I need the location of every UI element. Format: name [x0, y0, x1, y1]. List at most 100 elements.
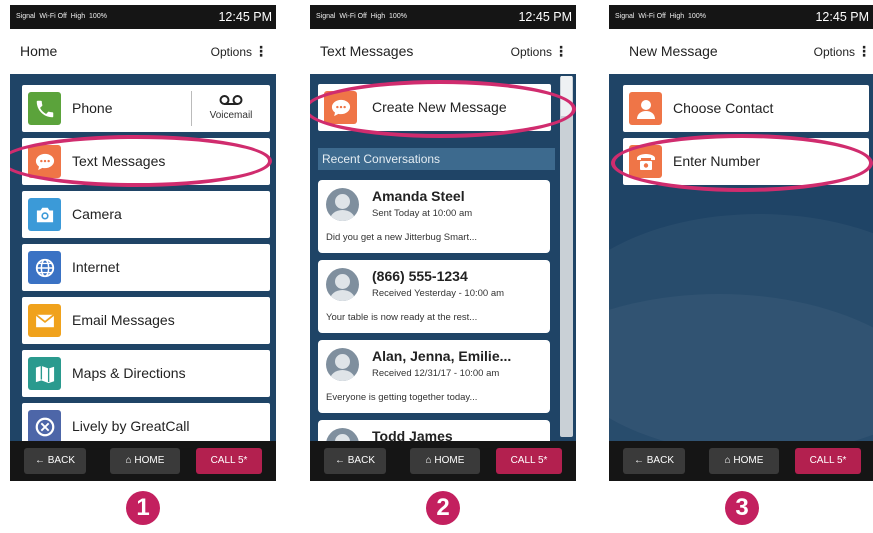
signal-status: Signal	[316, 13, 336, 20]
lively-icon	[28, 410, 61, 441]
home-button[interactable]: ⌂ HOME	[410, 448, 480, 474]
bottom-nav: ← BACK ⌂ HOME CALL 5*	[310, 441, 576, 481]
scrollbar[interactable]	[560, 76, 573, 437]
signal-status: Signal	[615, 13, 635, 20]
map-icon	[28, 357, 61, 390]
home-menu-item-label: Email Messages	[72, 312, 175, 328]
options-menu-button[interactable]: Options ⋮	[211, 43, 268, 60]
conversation-preview: Did you get a new Jitterbug Smart...	[326, 232, 478, 243]
app-bar: Text Messages Options ⋮	[310, 29, 576, 74]
home-menu-item[interactable]: Email Messages	[22, 297, 270, 344]
clock: 12:45 PM	[518, 10, 572, 24]
conversation-preview: Everyone is getting together today...	[326, 392, 478, 403]
clock: 12:45 PM	[815, 10, 869, 24]
phone-screen-home: Signal Wi-Fi Off High 100% 12:45 PM Home…	[10, 5, 276, 481]
kebab-icon: ⋮	[554, 43, 568, 59]
conversation-date: Received Yesterday - 10:00 am	[372, 288, 505, 299]
kebab-icon: ⋮	[254, 43, 268, 59]
signal-status: Signal	[16, 13, 36, 20]
call-label: CALL 5*	[210, 455, 248, 466]
phone-screen-new-message: Signal Wi-Fi Off High 100% 12:45 PM New …	[609, 5, 873, 481]
home-menu-item[interactable]: Internet	[22, 244, 270, 291]
step-badge-3: 3	[725, 491, 759, 525]
chat-bubble-icon	[324, 91, 357, 124]
home-menu-item[interactable]: Camera	[22, 191, 270, 238]
home-label: HOME	[134, 455, 165, 466]
choose-contact-button[interactable]: Choose Contact	[623, 85, 869, 132]
home-menu-item[interactable]: Maps & Directions	[22, 350, 270, 397]
home-button[interactable]: ⌂ HOME	[709, 448, 779, 474]
avatar	[326, 268, 359, 301]
choose-contact-label: Choose Contact	[673, 100, 774, 116]
page-title: Home	[20, 43, 58, 59]
kebab-icon: ⋮	[857, 43, 871, 59]
phone-tile[interactable]: Phone Voicemail	[22, 85, 270, 132]
back-button[interactable]: ← BACK	[24, 448, 86, 474]
conversation-preview: Your table is now ready at the rest...	[326, 312, 478, 323]
conversation-date: Sent Today at 10:00 am	[372, 208, 473, 219]
status-bar: Signal Wi-Fi Off High 100% 12:45 PM	[310, 5, 576, 29]
enter-number-label: Enter Number	[673, 153, 761, 169]
new-message-options: Choose Contact Enter Number	[609, 74, 873, 441]
conversation-name: Alan, Jenna, Emilie...	[372, 348, 512, 364]
contact-icon	[629, 92, 662, 125]
voicemail-label: Voicemail	[209, 110, 253, 121]
conversation-name: Todd James	[372, 428, 453, 441]
call-button[interactable]: CALL 5*	[496, 448, 562, 474]
conversation-item[interactable]: Todd James	[318, 420, 550, 441]
phone-icon	[28, 92, 61, 125]
back-button[interactable]: ← BACK	[623, 448, 685, 474]
phone-screen-text-messages: Signal Wi-Fi Off High 100% 12:45 PM Text…	[310, 5, 576, 481]
home-label: HOME	[733, 455, 764, 466]
create-new-message-button[interactable]: Create New Message	[318, 84, 551, 131]
step-badge-1: 1	[126, 491, 160, 525]
home-menu-item-label: Internet	[72, 259, 120, 275]
home-menu-item[interactable]: Lively by GreatCall	[22, 403, 270, 441]
wifi-status: Wi-Fi Off	[39, 13, 67, 20]
back-label: BACK	[347, 455, 375, 466]
avatar	[326, 428, 359, 441]
status-bar: Signal Wi-Fi Off High 100% 12:45 PM	[609, 5, 873, 29]
avatar	[326, 348, 359, 381]
bottom-nav: ← BACK ⌂ HOME CALL 5*	[10, 441, 276, 481]
voicemail-icon	[192, 94, 270, 109]
envelope-icon	[28, 304, 61, 337]
conversation-item[interactable]: Alan, Jenna, Emilie... Received 12/31/17 …	[318, 340, 550, 413]
options-menu-button[interactable]: Options ⋮	[511, 43, 568, 60]
messages-list: Create New Message Recent Conversations …	[310, 74, 576, 441]
home-menu-item-label: Lively by GreatCall	[72, 418, 190, 434]
step-badge-2: 2	[426, 491, 460, 525]
home-menu-item-label: Camera	[72, 206, 122, 222]
call-button[interactable]: CALL 5*	[196, 448, 262, 474]
back-label: BACK	[646, 455, 674, 466]
options-label: Options	[813, 45, 855, 59]
voicemail-button[interactable]: Voicemail	[191, 91, 270, 126]
keypad-phone-icon	[629, 145, 662, 178]
volume-status: High	[70, 13, 86, 20]
volume-status: High	[669, 13, 685, 20]
conversation-name: Amanda Steel	[372, 188, 465, 204]
bottom-nav: ← BACK ⌂ HOME CALL 5*	[609, 441, 873, 481]
home-button[interactable]: ⌂ HOME	[110, 448, 180, 474]
back-label: BACK	[47, 455, 75, 466]
options-label: Options	[510, 45, 552, 59]
call-button[interactable]: CALL 5*	[795, 448, 861, 474]
conversation-item[interactable]: Amanda Steel Sent Today at 10:00 am Did yo…	[318, 180, 550, 253]
home-label: HOME	[434, 455, 465, 466]
chat-bubble-icon	[28, 145, 61, 178]
back-button[interactable]: ← BACK	[324, 448, 386, 474]
phone-label: Phone	[72, 100, 113, 116]
background-wave	[609, 294, 873, 441]
app-bar: Home Options ⋮	[10, 29, 276, 74]
camera-icon	[28, 198, 61, 231]
home-menu-item[interactable]: Text Messages	[22, 138, 270, 185]
options-menu-button[interactable]: Options ⋮	[814, 43, 871, 60]
avatar	[326, 188, 359, 221]
conversation-item[interactable]: (866) 555-1234 Received Yesterday - 10:00…	[318, 260, 550, 333]
page-title: New Message	[629, 43, 718, 59]
app-bar: New Message Options ⋮	[609, 29, 873, 74]
recent-conversations-header: Recent Conversations	[318, 148, 555, 170]
scrollbar-thumb[interactable]	[561, 76, 572, 116]
wifi-status: Wi-Fi Off	[638, 13, 666, 20]
enter-number-button[interactable]: Enter Number	[623, 138, 869, 185]
